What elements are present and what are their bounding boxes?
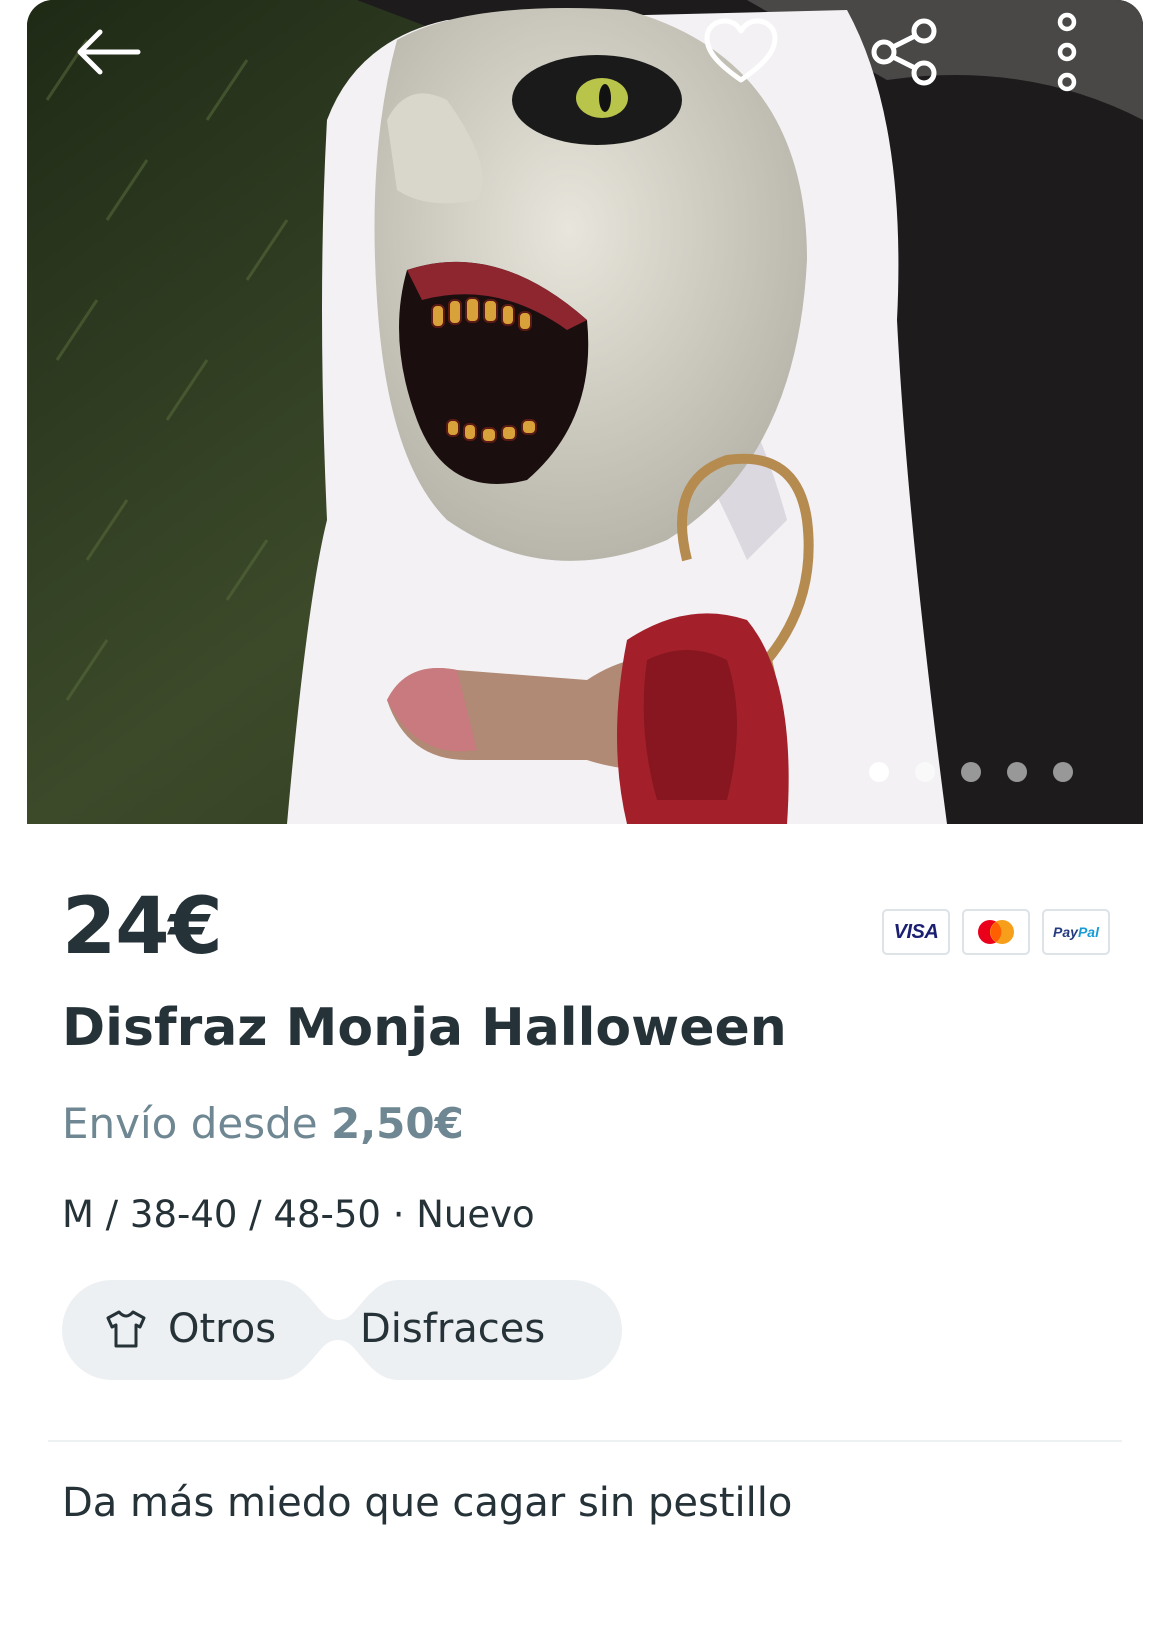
gallery-dot[interactable]	[869, 762, 889, 782]
payment-methods: VISA PayPal	[882, 909, 1110, 955]
gallery-dot[interactable]	[1053, 762, 1073, 782]
shipping-info: Envío desde 2,50€	[62, 1099, 464, 1148]
paypal-label-b: Pal	[1077, 924, 1099, 940]
product-screen: 24€ VISA PayPal Disfraz Monja Halloween …	[0, 0, 1170, 1648]
section-divider	[48, 1440, 1122, 1442]
favorite-button[interactable]	[697, 12, 785, 92]
product-attributes: M / 38-40 / 48-50 · Nuevo	[62, 1193, 535, 1236]
share-button[interactable]	[863, 14, 947, 90]
gallery-pagination	[869, 762, 1073, 782]
gallery-dot[interactable]	[1007, 762, 1027, 782]
share-icon	[871, 18, 937, 86]
paypal-label: PayPal	[1053, 924, 1099, 940]
paypal-label-a: Pay	[1053, 924, 1078, 940]
mastercard-icon	[978, 920, 1014, 944]
category-chip-disfraces[interactable]: Disfraces	[360, 1306, 545, 1352]
product-price: 24€	[62, 882, 223, 972]
more-vertical-icon	[1057, 12, 1077, 92]
gallery-dot[interactable]	[961, 762, 981, 782]
visa-logo: VISA	[882, 909, 950, 955]
product-title: Disfraz Monja Halloween	[62, 998, 787, 1058]
tshirt-icon	[106, 1310, 146, 1348]
product-photo[interactable]	[27, 0, 1143, 824]
paypal-logo: PayPal	[1042, 909, 1110, 955]
shipping-price: 2,50€	[330, 1099, 464, 1148]
product-description: Da más miedo que cagar sin pestillo	[62, 1480, 793, 1526]
category-chip-otros[interactable]: Otros	[168, 1306, 276, 1352]
product-image	[27, 0, 1143, 824]
gallery-dot[interactable]	[915, 762, 935, 782]
heart-icon	[704, 18, 778, 83]
more-button[interactable]	[1039, 8, 1095, 96]
arrow-left-icon	[77, 29, 141, 75]
visa-label: VISA	[893, 920, 939, 943]
back-button[interactable]	[67, 18, 147, 86]
mastercard-logo	[962, 909, 1030, 955]
shipping-prefix: Envío desde	[62, 1099, 318, 1148]
